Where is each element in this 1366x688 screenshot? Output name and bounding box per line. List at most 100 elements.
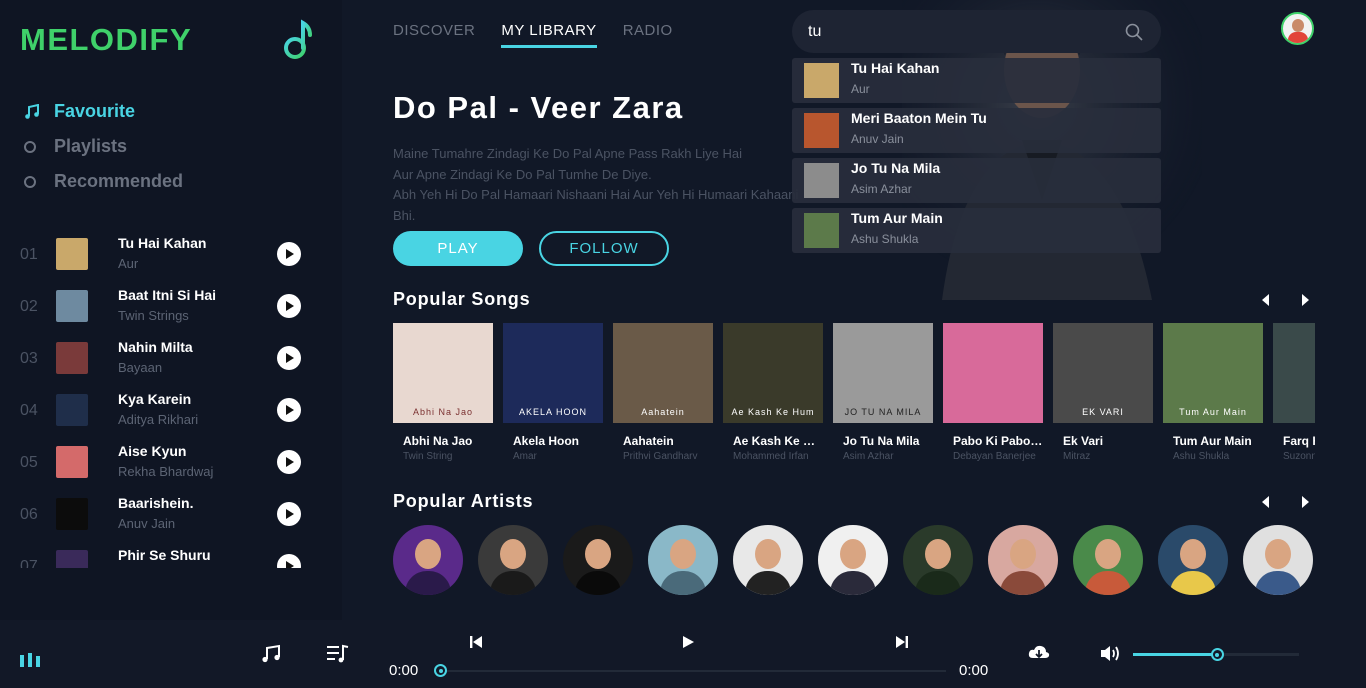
song-artist: Rekha Bhardwaj [118, 464, 214, 479]
artist-avatar[interactable] [648, 525, 718, 595]
song-card-cover [1273, 323, 1315, 423]
song-card[interactable]: Abhi Na Jao Abhi Na Jao Twin String [393, 323, 493, 468]
artist-avatar[interactable] [563, 525, 633, 595]
song-card-title: Ek Vari [1063, 434, 1104, 448]
song-list-item[interactable]: 05 Aise Kyun Rekha Bhardwaj [0, 436, 342, 488]
follow-button[interactable]: FOLLOW [539, 231, 669, 266]
sidebar: MELODIFY Favourite Playlists Recommended [0, 0, 342, 620]
song-card-cover [943, 323, 1043, 423]
song-card-cover: EK VARI [1053, 323, 1153, 423]
volume-slider-handle[interactable] [1210, 648, 1224, 661]
song-card[interactable]: EK VARI Ek Vari Mitraz [1053, 323, 1153, 468]
play-button[interactable]: PLAY [393, 231, 523, 266]
song-card-artist: Asim Azhar [843, 451, 894, 462]
song-title: Baat Itni Si Hai [118, 287, 217, 303]
artist-avatar[interactable] [903, 525, 973, 595]
song-card[interactable]: Farq Hai Suzonn [1273, 323, 1315, 468]
play-icon[interactable] [681, 635, 695, 649]
song-card-artist: Mitraz [1063, 451, 1091, 462]
song-artist: Aditya Rikhari [118, 412, 199, 427]
top-tabs: DISCOVER MY LIBRARY RADIO [393, 22, 673, 48]
artist-avatar[interactable] [733, 525, 803, 595]
artist-avatar[interactable] [393, 525, 463, 595]
result-artist: Asim Azhar [851, 182, 912, 196]
song-title: Tu Hai Kahan [118, 235, 207, 251]
user-avatar[interactable] [1281, 12, 1314, 45]
app: MELODIFY Favourite Playlists Recommended [0, 0, 1366, 688]
search-input[interactable] [808, 22, 1108, 41]
progress-track[interactable] [440, 670, 946, 672]
play-circle-icon[interactable] [277, 346, 301, 370]
artist-avatar[interactable] [1158, 525, 1228, 595]
progress-slider-handle[interactable] [434, 664, 447, 677]
popular-songs-arrows [1258, 293, 1312, 307]
play-circle-icon[interactable] [277, 294, 301, 318]
song-list-item[interactable]: 04 Kya Karein Aditya Rikhari [0, 384, 342, 436]
result-artist: Anuv Jain [851, 132, 904, 146]
search-result-item[interactable]: Meri Baaton Mein Tu Anuv Jain [792, 108, 1161, 153]
current-time: 0:00 [389, 662, 419, 679]
music-note-icon[interactable] [261, 644, 281, 664]
song-card-cover: JO TU NA MILA [833, 323, 933, 423]
nav-item-favourite[interactable]: Favourite [20, 94, 183, 129]
equalizer-icon[interactable] [20, 653, 42, 667]
player-bar: 0:00 0:00 [0, 620, 1366, 688]
previous-track-icon[interactable] [469, 635, 483, 649]
search-result-item[interactable]: Tum Aur Main Ashu Shukla [792, 208, 1161, 253]
download-cloud-icon[interactable] [1028, 644, 1050, 662]
search-bar [792, 10, 1161, 53]
prev-arrow-icon[interactable] [1258, 293, 1272, 307]
search-results-dropdown: Tu Hai Kahan Aur Meri Baaton Mein Tu Anuv J… [792, 58, 1161, 258]
prev-arrow-icon[interactable] [1258, 495, 1272, 509]
song-list-item[interactable]: 02 Baat Itni Si Hai Twin Strings [0, 280, 342, 332]
result-artist: Ashu Shukla [851, 232, 919, 246]
play-circle-icon[interactable] [277, 242, 301, 266]
song-card[interactable]: AKELA HOON Akela Hoon Amar [503, 323, 603, 468]
song-number: 01 [20, 246, 38, 263]
song-list-item[interactable]: 06 Baarishein. Anuv Jain [0, 488, 342, 540]
search-icon[interactable] [1125, 23, 1143, 41]
song-title: Baarishein. [118, 495, 194, 511]
favourite-song-list[interactable]: 01 Tu Hai Kahan Aur 02 Baat Itni Si Hai Twin … [0, 228, 342, 568]
tab-radio[interactable]: RADIO [623, 22, 673, 48]
song-card[interactable]: Tum Aur Main Tum Aur Main Ashu Shukla [1163, 323, 1263, 468]
song-card[interactable]: JO TU NA MILA Jo Tu Na Mila Asim Azhar [833, 323, 933, 468]
song-list-item[interactable]: 03 Nahin Milta Bayaan [0, 332, 342, 384]
artist-avatar[interactable] [1243, 525, 1313, 595]
next-arrow-icon[interactable] [1298, 293, 1312, 307]
artist-avatar[interactable] [818, 525, 888, 595]
search-result-item[interactable]: Jo Tu Na Mila Asim Azhar [792, 158, 1161, 203]
song-card-title: Akela Hoon [513, 434, 580, 448]
song-cover [56, 342, 88, 374]
cover-caption: Tum Aur Main [1179, 407, 1247, 417]
tab-discover[interactable]: DISCOVER [393, 22, 475, 48]
next-arrow-icon[interactable] [1298, 495, 1312, 509]
artist-avatar[interactable] [1073, 525, 1143, 595]
song-number: 04 [20, 402, 38, 419]
song-card-artist: Debayan Banerjee [953, 451, 1036, 462]
search-result-item[interactable]: Tu Hai Kahan Aur [792, 58, 1161, 103]
song-card-artist: Mohammed Irfan [733, 451, 809, 462]
nav-item-recommended[interactable]: Recommended [20, 164, 183, 199]
song-number: 06 [20, 506, 38, 523]
song-list-item[interactable]: 07 Phir Se Shuru [0, 540, 342, 568]
play-circle-icon[interactable] [277, 554, 301, 568]
tab-my-library[interactable]: MY LIBRARY [501, 22, 597, 48]
song-list-item[interactable]: 01 Tu Hai Kahan Aur [0, 228, 342, 280]
volume-icon[interactable] [1100, 645, 1122, 662]
play-circle-icon[interactable] [277, 398, 301, 422]
next-track-icon[interactable] [895, 635, 909, 649]
artist-avatar[interactable] [478, 525, 548, 595]
song-card[interactable]: Pabo Ki Pabo Na Debayan Banerjee [943, 323, 1043, 468]
popular-songs-title: Popular Songs [393, 289, 531, 309]
song-card[interactable]: Aahatein Aahatein Prithvi Gandharv [613, 323, 713, 468]
popular-songs-carousel: Abhi Na Jao Abhi Na Jao Twin String AKELA H… [393, 323, 1315, 468]
play-circle-icon[interactable] [277, 502, 301, 526]
playlist-icon[interactable] [327, 644, 349, 664]
artist-avatar[interactable] [988, 525, 1058, 595]
song-number: 02 [20, 298, 38, 315]
song-card[interactable]: Ae Kash Ke Hum Ae Kash Ke Hum Mohammed Irf… [723, 323, 823, 468]
play-circle-icon[interactable] [277, 450, 301, 474]
nav-item-playlists[interactable]: Playlists [20, 129, 183, 164]
cover-caption: EK VARI [1082, 407, 1124, 417]
